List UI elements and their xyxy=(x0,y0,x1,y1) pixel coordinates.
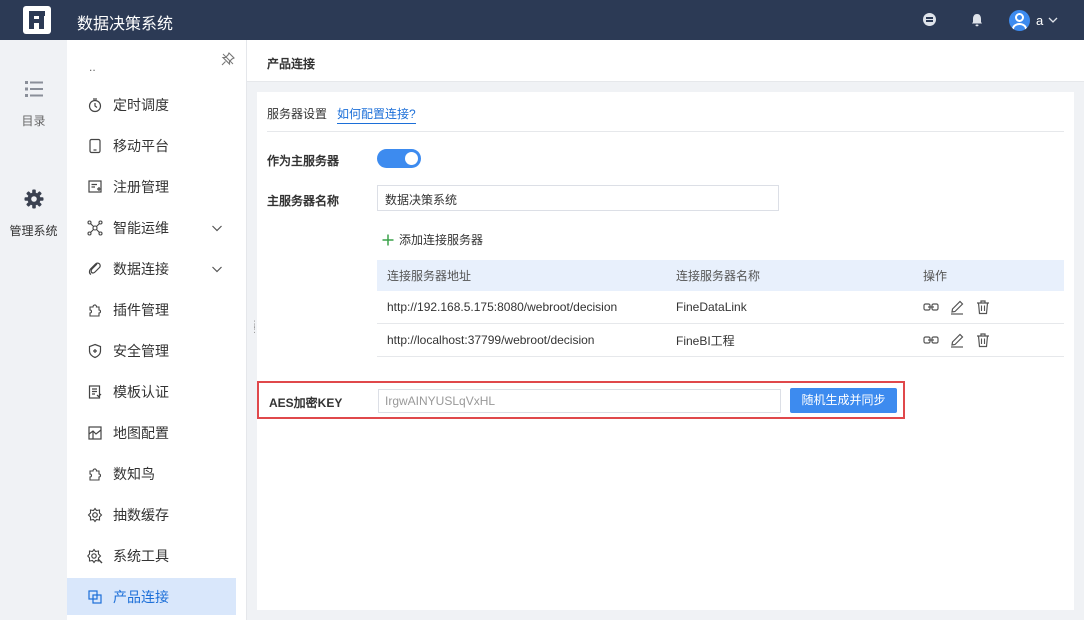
aes-key-section: AES加密KEY IrgwAINYUSLqVxHL 随机生成并同步 xyxy=(257,381,905,419)
master-server-label: 作为主服务器 xyxy=(267,154,340,168)
row-actions xyxy=(923,291,1001,323)
map-icon xyxy=(88,425,102,440)
menu-item-label: 智能运维 xyxy=(113,219,169,236)
top-bar: 数据决策系统 a xyxy=(0,0,1084,40)
generate-sync-button[interactable]: 随机生成并同步 xyxy=(790,388,897,413)
row-actions xyxy=(923,324,1001,356)
menu-item-label: 移动平台 xyxy=(113,137,169,154)
menu-item-scheduling[interactable]: 定时调度 xyxy=(67,86,236,123)
gear-icon xyxy=(24,189,43,209)
bird-icon xyxy=(89,467,102,481)
tablet-icon xyxy=(89,138,101,153)
header-address: 连接服务器地址 xyxy=(387,269,472,283)
menu-item-label: 抽数缓存 xyxy=(113,506,169,523)
header-name: 连接服务器名称 xyxy=(676,269,761,283)
page-header: 产品连接 xyxy=(247,40,1084,82)
cache-icon xyxy=(87,507,103,522)
timer-icon xyxy=(88,97,102,112)
app-logo[interactable] xyxy=(23,6,51,34)
rail-item-label: 管理系统 xyxy=(9,224,58,238)
menu-item-registration[interactable]: 注册管理 xyxy=(67,168,236,205)
avatar xyxy=(1009,9,1030,31)
menu-item-ops[interactable]: 智能运维 xyxy=(67,209,236,246)
menu-item-shuzhiniao[interactable]: 数知鸟 xyxy=(67,455,236,492)
rail-item-directory[interactable]: 目录 xyxy=(0,78,67,129)
menu-item-label: 定时调度 xyxy=(113,96,169,113)
menu-item-map-config[interactable]: 地图配置 xyxy=(67,414,236,451)
menu-item-label: 模板认证 xyxy=(113,383,169,400)
resize-handle[interactable]: ⋮ ⋮ xyxy=(250,320,259,336)
pin-icon[interactable] xyxy=(220,51,236,67)
bell-icon[interactable] xyxy=(969,12,985,28)
tools-icon xyxy=(87,548,103,563)
page-title: 产品连接 xyxy=(267,57,316,71)
server-address: http://localhost:37799/webroot/decision xyxy=(387,333,595,347)
menu-item-label: 系统工具 xyxy=(113,547,169,564)
app-title: 数据决策系统 xyxy=(77,16,174,33)
register-icon xyxy=(88,179,102,193)
chevron-down-icon xyxy=(1048,17,1058,23)
aes-key-input[interactable]: IrgwAINYUSLqVxHL xyxy=(378,389,781,413)
link-icon[interactable] xyxy=(923,332,939,348)
link-icon xyxy=(88,262,101,275)
menu-item-product-connection[interactable]: 产品连接 xyxy=(67,578,236,615)
user-menu[interactable]: a xyxy=(1009,9,1059,31)
table-row: http://localhost:37799/webroot/decision … xyxy=(377,324,1064,357)
edit-icon[interactable] xyxy=(949,299,965,315)
header-actions: 操作 xyxy=(923,269,948,283)
edit-icon[interactable] xyxy=(949,332,965,348)
left-rail: 目录 管理系统 xyxy=(0,40,67,620)
add-server-button[interactable]: 添加连接服务器 xyxy=(381,231,483,248)
menu-item-label: 产品连接 xyxy=(113,588,169,605)
puzzle-icon xyxy=(89,303,102,317)
menu-item-label: 数知鸟 xyxy=(113,465,155,482)
link-icon[interactable] xyxy=(923,299,939,315)
menu-collapsed-hint: .. xyxy=(89,60,96,74)
server-name-input[interactable]: 数据决策系统 xyxy=(377,185,779,211)
server-address: http://192.168.5.175:8080/webroot/decisi… xyxy=(387,300,618,314)
add-server-label: 添加连接服务器 xyxy=(399,233,484,247)
help-link[interactable]: 如何配置连接? xyxy=(337,105,416,124)
table-header: 连接服务器地址 连接服务器名称 操作 xyxy=(377,260,1064,291)
menu-item-label: 安全管理 xyxy=(113,342,169,359)
admin-menu: .. 定时调度 移动平台 注册管理 智能运维 数据连接 插件管理 安全管理 模板… xyxy=(67,40,247,620)
network-icon xyxy=(87,219,103,236)
server-name: FineBI工程 xyxy=(676,333,735,348)
table-row: http://192.168.5.175:8080/webroot/decisi… xyxy=(377,291,1064,324)
trash-icon[interactable] xyxy=(975,332,991,348)
menu-item-label: 地图配置 xyxy=(113,424,169,441)
menu-item-plugins[interactable]: 插件管理 xyxy=(67,291,236,328)
menu-item-mobile[interactable]: 移动平台 xyxy=(67,127,236,164)
aes-key-label: AES加密KEY xyxy=(269,396,343,410)
settings-panel: 服务器设置 如何配置连接? 作为主服务器 主服务器名称 数据决策系统 添加连接服… xyxy=(257,92,1074,610)
server-name-label: 主服务器名称 xyxy=(267,194,340,208)
divider xyxy=(267,131,1064,132)
menu-item-label: 数据连接 xyxy=(113,260,169,277)
message-icon[interactable] xyxy=(922,12,938,28)
plus-icon xyxy=(382,234,394,245)
chevron-down-icon[interactable] xyxy=(211,263,223,275)
menu-item-extract-cache[interactable]: 抽数缓存 xyxy=(67,496,236,533)
product-link-icon xyxy=(88,589,102,604)
menu-item-template-auth[interactable]: 模板认证 xyxy=(67,373,236,410)
menu-item-system-tools[interactable]: 系统工具 xyxy=(67,537,236,574)
server-table: 连接服务器地址 连接服务器名称 操作 http://192.168.5.175:… xyxy=(377,260,1064,357)
menu-item-label: 插件管理 xyxy=(113,301,169,318)
chevron-down-icon[interactable] xyxy=(211,222,223,234)
menu-item-security[interactable]: 安全管理 xyxy=(67,332,236,369)
trash-icon[interactable] xyxy=(975,299,991,315)
rail-item-label: 目录 xyxy=(21,114,46,128)
rail-item-admin[interactable]: 管理系统 xyxy=(0,188,67,239)
master-server-toggle[interactable] xyxy=(377,149,421,168)
menu-item-label: 注册管理 xyxy=(113,178,169,195)
section-title: 服务器设置 xyxy=(267,107,328,121)
user-name: a xyxy=(1036,12,1044,28)
shield-icon xyxy=(88,343,102,358)
template-icon xyxy=(88,384,102,399)
server-name: FineDataLink xyxy=(676,300,747,314)
list-icon xyxy=(24,81,43,97)
menu-item-data-connection[interactable]: 数据连接 xyxy=(67,250,236,287)
